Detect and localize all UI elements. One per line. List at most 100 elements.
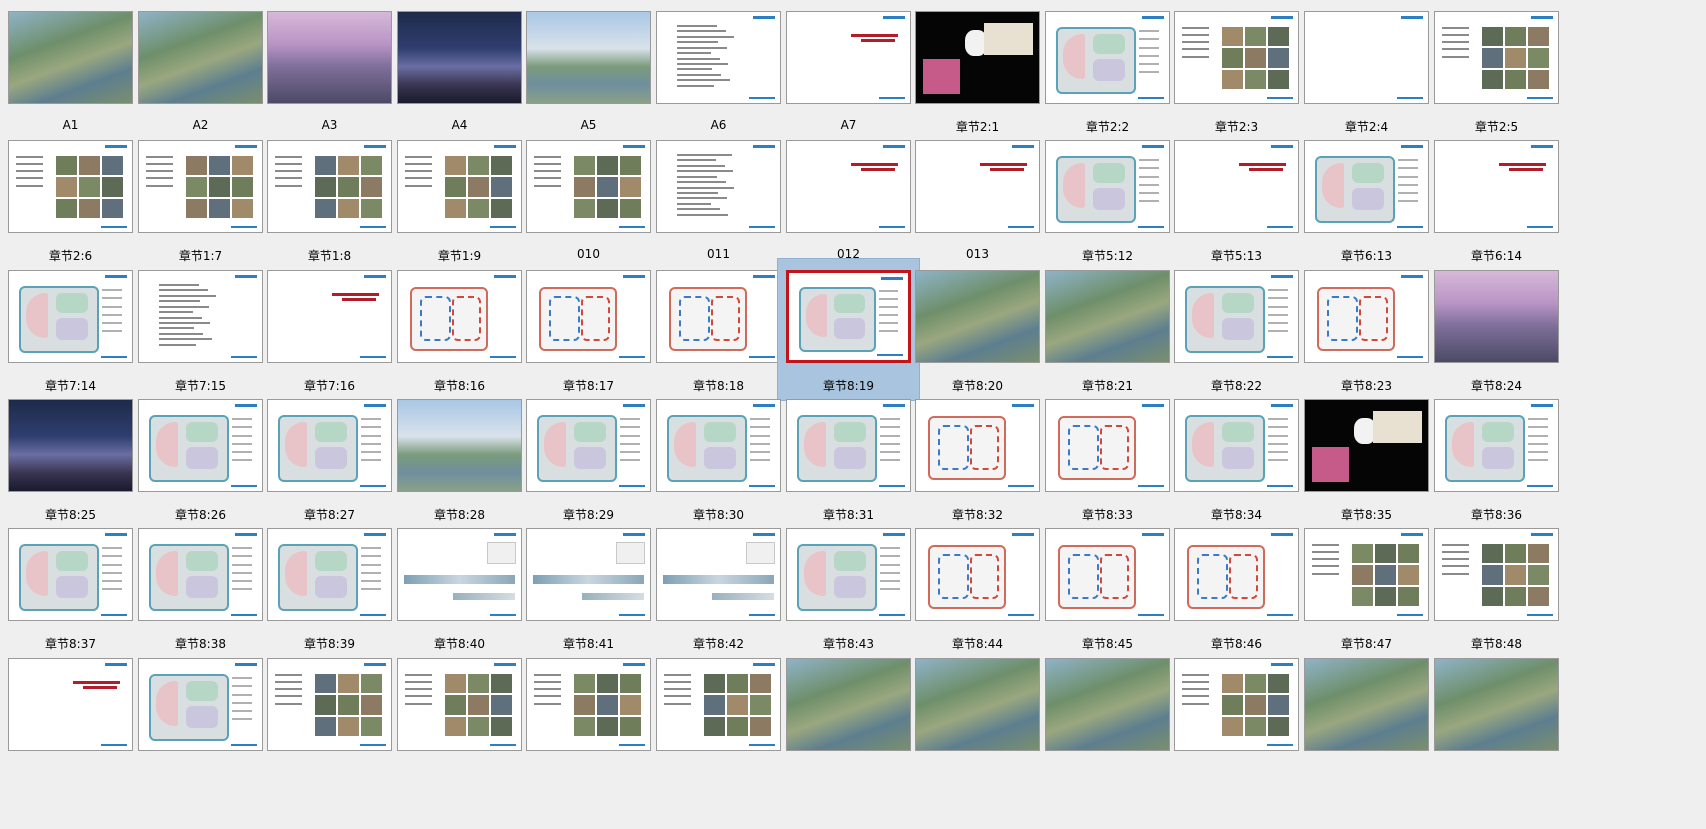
slide-thumbnail[interactable]: 章节8:41 <box>518 517 659 658</box>
slide-preview[interactable] <box>1174 528 1299 621</box>
slide-thumbnail[interactable]: A6 <box>648 0 789 141</box>
slide-thumbnail[interactable]: A4 <box>389 0 530 141</box>
slide-preview[interactable] <box>915 270 1040 363</box>
slide-thumbnail[interactable]: 章节8:17 <box>518 259 659 400</box>
slide-thumbnail[interactable]: 章节2:4 <box>1296 0 1437 141</box>
slide-preview[interactable] <box>915 528 1040 621</box>
slide-preview[interactable] <box>1045 270 1170 363</box>
slide-thumbnail[interactable]: 章节2:3 <box>1166 0 1307 141</box>
slide-thumbnail[interactable]: 章节6:14 <box>1426 129 1567 270</box>
slide-thumbnail[interactable]: 章节2:6 <box>0 129 141 270</box>
slide-thumbnail[interactable]: 章节8:27 <box>259 388 400 529</box>
slide-thumbnail[interactable]: 013 <box>907 129 1048 270</box>
slide-preview[interactable] <box>1045 399 1170 492</box>
slide-thumbnail[interactable]: 章节8:38 <box>130 517 271 658</box>
slide-preview[interactable] <box>1434 270 1559 363</box>
slide-thumbnail[interactable] <box>518 647 659 788</box>
slide-preview[interactable] <box>1434 528 1559 621</box>
slide-preview[interactable] <box>1045 528 1170 621</box>
slide-thumbnail[interactable]: 章节8:23 <box>1296 259 1437 400</box>
slide-thumbnail[interactable]: 章节8:48 <box>1426 517 1567 658</box>
slide-preview[interactable] <box>8 399 133 492</box>
slide-thumbnail[interactable]: 章节8:46 <box>1166 517 1307 658</box>
slide-preview[interactable] <box>1045 140 1170 233</box>
slide-preview[interactable] <box>1045 658 1170 751</box>
slide-preview[interactable] <box>915 658 1040 751</box>
slide-preview[interactable] <box>915 140 1040 233</box>
slide-preview[interactable] <box>397 270 522 363</box>
slide-preview[interactable] <box>656 528 781 621</box>
slide-thumbnail[interactable]: 010 <box>518 129 659 270</box>
slide-preview[interactable] <box>1174 140 1299 233</box>
slide-preview[interactable] <box>1304 11 1429 104</box>
slide-thumbnail[interactable]: 章节5:13 <box>1166 129 1307 270</box>
slide-thumbnail[interactable]: 章节2:1 <box>907 0 1048 141</box>
slide-thumbnail[interactable]: 章节8:35 <box>1296 388 1437 529</box>
slide-preview[interactable] <box>267 399 392 492</box>
slide-preview[interactable] <box>786 11 911 104</box>
slide-thumbnail[interactable]: 章节8:31 <box>778 388 919 529</box>
slide-preview[interactable] <box>656 11 781 104</box>
slide-preview[interactable] <box>397 399 522 492</box>
slide-preview[interactable] <box>526 658 651 751</box>
slide-preview[interactable] <box>786 528 911 621</box>
slide-preview[interactable] <box>1434 11 1559 104</box>
slide-preview[interactable] <box>1434 140 1559 233</box>
slide-thumbnail[interactable]: A5 <box>518 0 659 141</box>
slide-preview[interactable] <box>138 11 263 104</box>
slide-thumbnail[interactable]: A1 <box>0 0 141 141</box>
slide-preview[interactable] <box>8 270 133 363</box>
slide-thumbnail[interactable]: 章节8:28 <box>389 388 530 529</box>
slide-preview[interactable] <box>8 11 133 104</box>
slide-preview[interactable] <box>1174 399 1299 492</box>
slide-preview[interactable] <box>397 658 522 751</box>
slide-preview[interactable] <box>656 658 781 751</box>
slide-thumbnail[interactable]: 章节8:32 <box>907 388 1048 529</box>
slide-preview[interactable] <box>1174 270 1299 363</box>
slide-thumbnail[interactable]: 章节8:19 <box>777 258 920 401</box>
slide-preview[interactable] <box>786 270 911 363</box>
slide-preview[interactable] <box>915 11 1040 104</box>
slide-preview[interactable] <box>1434 399 1559 492</box>
slide-preview[interactable] <box>397 11 522 104</box>
slide-preview[interactable] <box>786 399 911 492</box>
slide-preview[interactable] <box>267 528 392 621</box>
slide-thumbnail[interactable]: 章节2:2 <box>1037 0 1178 141</box>
slide-thumbnail[interactable]: 011 <box>648 129 789 270</box>
slide-preview[interactable] <box>786 658 911 751</box>
slide-thumbnail[interactable]: 章节8:34 <box>1166 388 1307 529</box>
slide-thumbnail[interactable] <box>389 647 530 788</box>
slide-preview[interactable] <box>397 140 522 233</box>
slide-thumbnail[interactable]: 章节8:43 <box>778 517 919 658</box>
slide-preview[interactable] <box>138 658 263 751</box>
slide-preview[interactable] <box>526 140 651 233</box>
slide-thumbnail[interactable]: 章节8:44 <box>907 517 1048 658</box>
slide-preview[interactable] <box>915 399 1040 492</box>
slide-thumbnail[interactable] <box>1426 647 1567 788</box>
slide-preview[interactable] <box>8 140 133 233</box>
slide-preview[interactable] <box>526 11 651 104</box>
slide-thumbnail[interactable] <box>907 647 1048 788</box>
slide-thumbnail[interactable]: 章节8:25 <box>0 388 141 529</box>
slide-preview[interactable] <box>138 399 263 492</box>
slide-preview[interactable] <box>1304 399 1429 492</box>
slide-thumbnail[interactable]: 章节8:33 <box>1037 388 1178 529</box>
slide-thumbnail[interactable]: 章节8:29 <box>518 388 659 529</box>
slide-thumbnail[interactable]: 章节8:45 <box>1037 517 1178 658</box>
slide-thumbnail[interactable]: 章节8:30 <box>648 388 789 529</box>
slide-preview[interactable] <box>267 11 392 104</box>
slide-thumbnail[interactable]: A7 <box>778 0 919 141</box>
slide-thumbnail[interactable] <box>130 647 271 788</box>
slide-thumbnail[interactable] <box>1166 647 1307 788</box>
slide-thumbnail[interactable]: 章节8:21 <box>1037 259 1178 400</box>
slide-thumbnail[interactable]: 章节8:22 <box>1166 259 1307 400</box>
slide-preview[interactable] <box>656 140 781 233</box>
slide-thumbnail[interactable]: 章节8:37 <box>0 517 141 658</box>
slide-preview[interactable] <box>267 270 392 363</box>
slide-thumbnail[interactable]: 012 <box>778 129 919 270</box>
slide-thumbnail[interactable] <box>1037 647 1178 788</box>
slide-thumbnail[interactable]: 章节8:18 <box>648 259 789 400</box>
slide-thumbnail[interactable]: 章节5:12 <box>1037 129 1178 270</box>
slide-thumbnail[interactable]: 章节8:20 <box>907 259 1048 400</box>
slide-thumbnail[interactable] <box>0 647 141 788</box>
